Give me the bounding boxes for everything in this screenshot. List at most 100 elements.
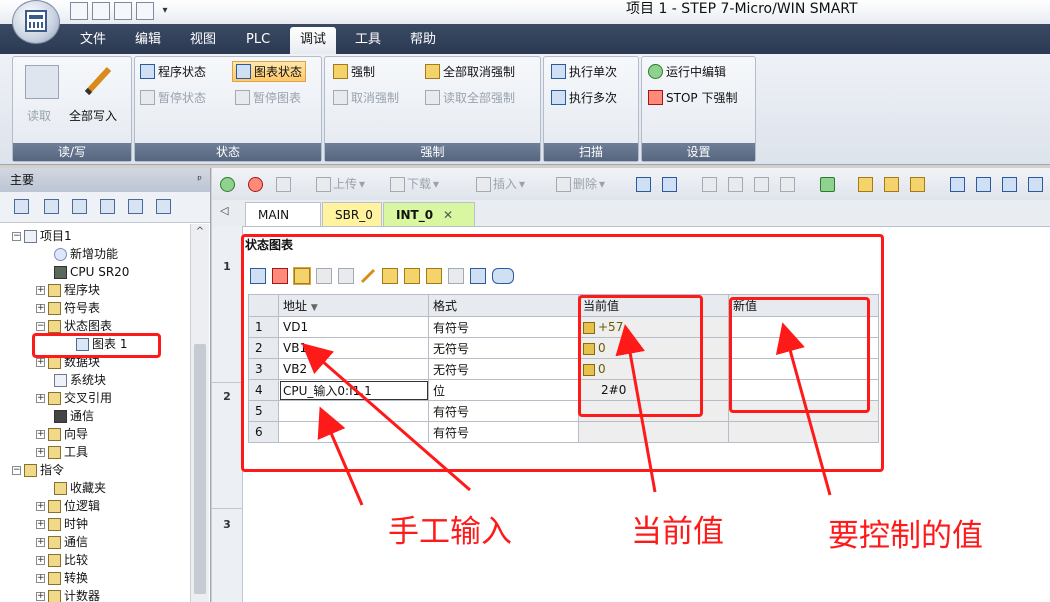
open-folder-icon[interactable] bbox=[92, 2, 110, 20]
add-row-icon[interactable] bbox=[250, 268, 266, 284]
expand-icon[interactable]: + bbox=[36, 447, 45, 457]
doc2-icon[interactable] bbox=[100, 199, 115, 214]
tab-help[interactable]: 帮助 bbox=[400, 29, 446, 51]
tree-item-comm-instr[interactable]: + 通信 bbox=[36, 533, 88, 551]
tree-item-clock[interactable]: + 时钟 bbox=[36, 515, 88, 533]
unforce-button[interactable]: 取消强制 bbox=[333, 89, 399, 106]
bookmark-prev-icon[interactable] bbox=[728, 174, 743, 194]
tree-item-tools[interactable]: + 工具 bbox=[36, 443, 88, 461]
save-icon[interactable] bbox=[114, 2, 132, 20]
tree-item-chart1[interactable]: 图表 1 bbox=[76, 335, 127, 353]
stop-icon[interactable] bbox=[248, 174, 263, 194]
collapse-icon[interactable]: − bbox=[12, 231, 21, 241]
unforce-lock-icon[interactable] bbox=[884, 174, 899, 194]
multi-scan-button[interactable]: 执行多次 bbox=[551, 89, 617, 106]
format-cell[interactable]: 有符号 bbox=[428, 316, 579, 338]
branch-icon[interactable] bbox=[950, 174, 965, 194]
tab-tools[interactable]: 工具 bbox=[345, 29, 391, 51]
network-view-icon[interactable] bbox=[636, 174, 651, 194]
display-format-icon[interactable] bbox=[492, 268, 514, 284]
expand-icon[interactable]: + bbox=[36, 555, 45, 565]
address-cell[interactable]: VD1 bbox=[278, 316, 429, 338]
expand-icon[interactable]: + bbox=[36, 537, 45, 547]
expand-icon[interactable]: + bbox=[36, 393, 45, 403]
chart-status-button[interactable]: 图表状态 bbox=[232, 61, 307, 82]
unforce-all-icon[interactable] bbox=[426, 268, 442, 284]
run-edit-button[interactable]: 运行中编辑 bbox=[648, 63, 726, 80]
new-file-icon[interactable] bbox=[70, 2, 88, 20]
expand-icon[interactable]: + bbox=[36, 285, 45, 295]
format-cell[interactable]: 无符号 bbox=[428, 337, 579, 359]
stop-force-button[interactable]: STOP 下强制 bbox=[648, 89, 737, 106]
trend-view-icon[interactable] bbox=[338, 268, 354, 284]
tree-item-symbol-table[interactable]: + 符号表 bbox=[36, 299, 100, 317]
trend-chart-icon[interactable] bbox=[470, 268, 486, 284]
delete-row-icon[interactable] bbox=[272, 268, 288, 284]
compile-icon[interactable] bbox=[276, 174, 291, 194]
address-cell[interactable]: VB2 bbox=[278, 358, 429, 380]
editor-tab-main[interactable]: MAIN bbox=[245, 202, 321, 226]
tree-item-status-chart[interactable]: − 状态图表 bbox=[36, 317, 112, 335]
expand-icon[interactable]: + bbox=[36, 501, 45, 511]
tree-item-system-block[interactable]: 系统块 bbox=[54, 371, 106, 389]
expand-icon[interactable]: + bbox=[36, 429, 45, 439]
unforce-all-lock-icon[interactable] bbox=[910, 174, 925, 194]
column-header-format[interactable]: 格式 bbox=[428, 294, 579, 317]
run-icon[interactable] bbox=[220, 174, 235, 194]
list-icon[interactable] bbox=[128, 199, 143, 214]
tab-edit[interactable]: 编辑 bbox=[125, 29, 171, 51]
editor-tab-int0[interactable]: INT_0 ✕ bbox=[383, 202, 475, 226]
write-all-button[interactable]: 全部写入 bbox=[69, 107, 117, 124]
tree-item-favorites[interactable]: 收藏夹 bbox=[54, 479, 106, 497]
print-icon[interactable] bbox=[136, 2, 154, 20]
tab-view[interactable]: 视图 bbox=[180, 29, 226, 51]
expand-icon[interactable]: + bbox=[36, 303, 45, 313]
close-icon[interactable]: ✕ bbox=[443, 208, 453, 222]
format-cell[interactable]: 有符号 bbox=[428, 400, 579, 422]
address-cell[interactable]: VB1 bbox=[278, 337, 429, 359]
new-value-cell[interactable] bbox=[728, 337, 879, 359]
scroll-thumb[interactable] bbox=[194, 344, 206, 594]
unforce-all-button[interactable]: 全部取消强制 bbox=[425, 63, 515, 80]
force-button[interactable]: 强制 bbox=[333, 63, 375, 80]
new-value-cell[interactable] bbox=[728, 400, 879, 422]
tab-file[interactable]: 文件 bbox=[70, 29, 116, 51]
qat-dropdown-icon[interactable]: ▾ bbox=[158, 2, 172, 20]
force-icon[interactable] bbox=[382, 268, 398, 284]
pin-icon[interactable]: ᵖ bbox=[197, 168, 202, 192]
expand-icon[interactable]: + bbox=[36, 519, 45, 529]
tree-item-instructions[interactable]: − 指令 bbox=[12, 461, 64, 479]
tree-scrollbar[interactable]: ^ bbox=[190, 224, 209, 602]
doc-icon[interactable] bbox=[72, 199, 87, 214]
tree-item-cpu[interactable]: CPU SR20 bbox=[54, 263, 129, 281]
line-down-icon[interactable] bbox=[976, 174, 991, 194]
format-cell[interactable]: 有符号 bbox=[428, 421, 579, 443]
tree-item-whats-new[interactable]: 新增功能 bbox=[54, 245, 118, 263]
column-header-address[interactable]: 地址 ▼ bbox=[278, 294, 429, 317]
tree-item-data-block[interactable]: + 数据块 bbox=[36, 353, 100, 371]
chart-status-toggle-icon[interactable] bbox=[293, 267, 311, 285]
read-forced-icon[interactable] bbox=[448, 268, 464, 284]
insert-button[interactable]: 插入 ▾ bbox=[476, 174, 525, 194]
tree-item-cross-ref[interactable]: + 交叉引用 bbox=[36, 389, 112, 407]
pause-status-button[interactable]: 暂停状态 bbox=[140, 89, 206, 106]
network-view2-icon[interactable] bbox=[662, 174, 677, 194]
tree-item-compare[interactable]: + 比较 bbox=[36, 551, 88, 569]
download-button[interactable]: 下载 ▾ bbox=[390, 174, 439, 194]
tree-item-convert[interactable]: + 转换 bbox=[36, 569, 88, 587]
column-header-current[interactable]: 当前值 bbox=[578, 294, 729, 317]
upload-button[interactable]: 上传 ▾ bbox=[316, 174, 365, 194]
line-right-icon[interactable] bbox=[1028, 174, 1043, 194]
tab-scroll-left-icon[interactable]: ◁ bbox=[220, 204, 228, 217]
tree-item-communication[interactable]: 通信 bbox=[54, 407, 94, 425]
editor-tab-sbr0[interactable]: SBR_0 bbox=[322, 202, 382, 226]
column-header-new[interactable]: 新值 bbox=[728, 294, 879, 317]
expand-icon[interactable]: + bbox=[36, 591, 45, 601]
address-cell[interactable]: CPU_输入0:I1.1 bbox=[278, 379, 429, 401]
expand-icon[interactable]: + bbox=[36, 573, 45, 583]
delete-button[interactable]: 删除 ▾ bbox=[556, 174, 605, 194]
unforce-icon[interactable] bbox=[404, 268, 420, 284]
expand-icon[interactable]: + bbox=[36, 357, 45, 367]
force-lock-icon[interactable] bbox=[858, 174, 873, 194]
new-value-cell[interactable] bbox=[728, 379, 879, 401]
